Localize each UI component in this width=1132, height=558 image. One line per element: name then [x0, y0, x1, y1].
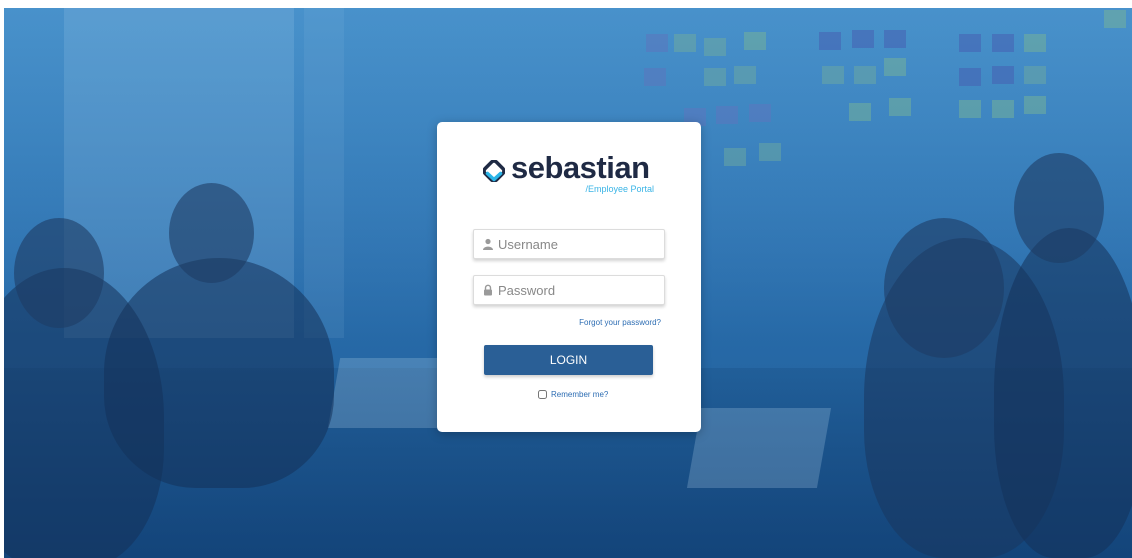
sebastian-logo-icon — [483, 160, 505, 182]
remember-me-checkbox[interactable] — [538, 389, 547, 399]
background-sticky-note — [744, 32, 766, 50]
background-sticky-note — [704, 68, 726, 86]
background-person-head — [169, 183, 254, 283]
forgot-password-link[interactable]: Forgot your password? — [579, 318, 661, 327]
remember-me-label: Remember me? — [551, 389, 609, 399]
background-sticky-note — [759, 143, 781, 161]
username-field[interactable] — [473, 229, 665, 259]
background-sticky-note — [1104, 10, 1126, 28]
lock-icon — [484, 284, 492, 296]
background-sticky-note — [889, 98, 911, 116]
background-sticky-note — [959, 100, 981, 118]
background-sticky-note — [646, 34, 668, 52]
background-laptop — [686, 408, 832, 488]
background-sticky-note — [724, 148, 746, 166]
background-sticky-note — [749, 104, 771, 122]
username-input[interactable] — [498, 230, 658, 258]
brand-name: sebastian — [511, 150, 650, 185]
background-sticky-note — [819, 32, 841, 50]
background-sticky-note — [959, 68, 981, 86]
background-pillar — [304, 8, 344, 338]
background-sticky-note — [644, 68, 666, 86]
background-sticky-note — [734, 66, 756, 84]
background-person — [994, 228, 1132, 558]
brand-logo: sebastian /Employee Portal — [483, 150, 658, 194]
background-sticky-note — [854, 66, 876, 84]
brand-subtitle: /Employee Portal — [585, 184, 654, 194]
background-person-head — [884, 218, 1004, 358]
background-sticky-note — [959, 34, 981, 52]
password-input[interactable] — [498, 276, 658, 304]
background-sticky-note — [674, 34, 696, 52]
background-sticky-note — [884, 30, 906, 48]
remember-me[interactable]: Remember me? — [538, 388, 608, 400]
background-sticky-note — [704, 38, 726, 56]
background-person-head — [1014, 153, 1104, 263]
background-sticky-note — [992, 66, 1014, 84]
background-sticky-note — [849, 103, 871, 121]
background-sticky-note — [716, 106, 738, 124]
background-person — [104, 258, 334, 488]
background-sticky-note — [1024, 34, 1046, 52]
password-field[interactable] — [473, 275, 665, 305]
background-sticky-note — [992, 34, 1014, 52]
background-sticky-note — [852, 30, 874, 48]
background-person-head — [14, 218, 104, 328]
login-card: sebastian /Employee Portal Forgot your p… — [437, 122, 701, 432]
background-sticky-note — [822, 66, 844, 84]
background-sticky-note — [884, 58, 906, 76]
background-sticky-note — [992, 100, 1014, 118]
background-sticky-note — [1024, 96, 1046, 114]
login-button[interactable]: LOGIN — [484, 345, 653, 375]
user-icon — [483, 238, 493, 250]
background-sticky-note — [1024, 66, 1046, 84]
